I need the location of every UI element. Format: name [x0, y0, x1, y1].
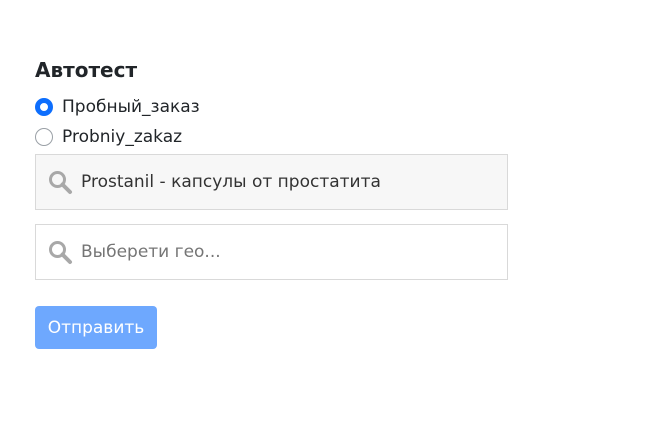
search-icon: [49, 171, 72, 194]
form-title: Автотест: [35, 58, 138, 82]
page: Автотест Пробный_заказ Probniy_zakaz Pro…: [0, 0, 650, 447]
radio-label: Probniy_zakaz: [62, 127, 183, 147]
geo-search-select[interactable]: Выберети гео...: [35, 224, 508, 280]
submit-button[interactable]: Отправить: [35, 306, 157, 349]
radio-label: Пробный_заказ: [62, 97, 200, 117]
geo-placeholder: Выберети гео...: [81, 242, 221, 262]
radio-button-checked[interactable]: [35, 98, 53, 116]
search-icon: [49, 241, 72, 264]
radio-option-probniy-zakaz[interactable]: Probniy_zakaz: [35, 122, 508, 152]
radio-button-unchecked[interactable]: [35, 128, 53, 146]
autotest-form: Автотест Пробный_заказ Probniy_zakaz Pro…: [35, 56, 508, 349]
product-selected-value: Prostanil - капсулы от простатита: [81, 172, 381, 192]
radio-option-probny-zakaz[interactable]: Пробный_заказ: [35, 92, 508, 122]
product-search-select[interactable]: Prostanil - капсулы от простатита: [35, 154, 508, 210]
